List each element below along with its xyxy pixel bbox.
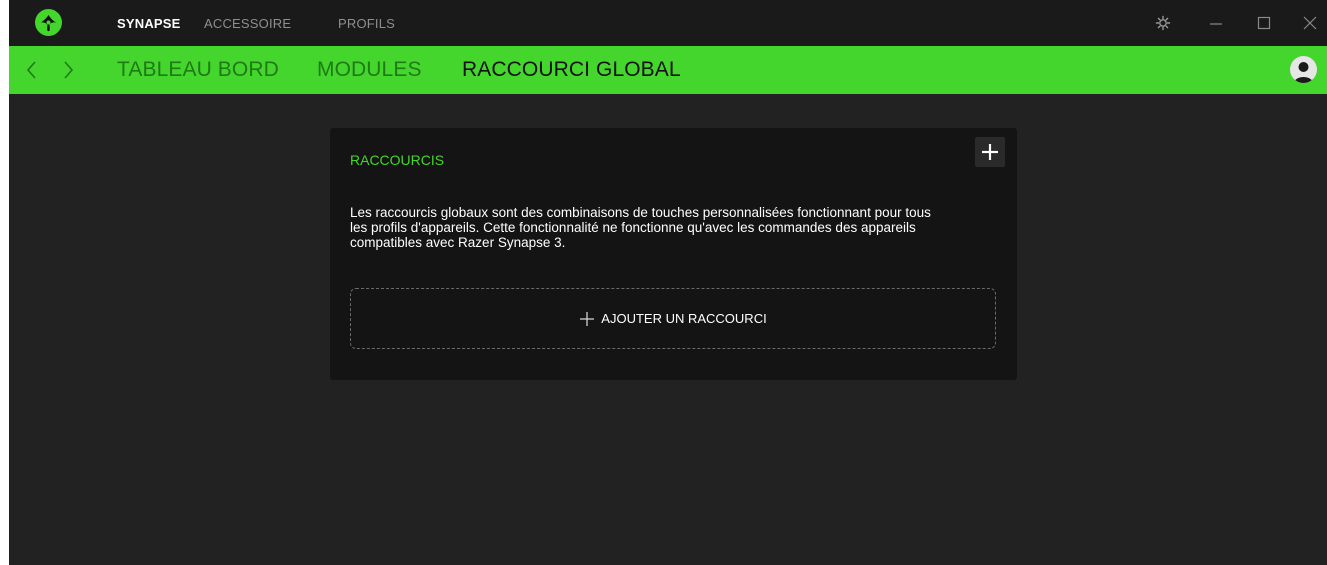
- tab-raccourci-global[interactable]: RACCOURCI GLOBAL: [462, 58, 681, 82]
- add-shortcut-button[interactable]: AJOUTER UN RACCOURCI: [350, 288, 996, 349]
- settings-icon[interactable]: [1154, 14, 1172, 32]
- maximize-icon[interactable]: [1255, 14, 1273, 32]
- plus-icon: [982, 144, 998, 160]
- tab-profils[interactable]: PROFILS: [338, 16, 395, 31]
- user-avatar-icon[interactable]: [1290, 56, 1317, 83]
- description-line: les profils d'appareils. Cette fonctionn…: [350, 220, 916, 235]
- forward-arrow-icon[interactable]: [61, 60, 75, 80]
- app-window: SYNAPSE ACCESSOIRE PROFILS TABLEAU BORD …: [9, 0, 1327, 565]
- razer-logo-icon[interactable]: [35, 9, 62, 36]
- add-shortcut-label: AJOUTER UN RACCOURCI: [601, 311, 767, 326]
- panel-title: RACCOURCIS: [350, 152, 445, 168]
- tab-synapse[interactable]: SYNAPSE: [117, 16, 181, 31]
- tab-modules[interactable]: MODULES: [317, 58, 422, 82]
- tab-tableau-bord[interactable]: TABLEAU BORD: [117, 58, 279, 82]
- close-icon[interactable]: [1301, 14, 1319, 32]
- nav-bar: TABLEAU BORD MODULES RACCOURCI GLOBAL: [9, 46, 1327, 94]
- back-arrow-icon[interactable]: [25, 60, 39, 80]
- tab-accessoire[interactable]: ACCESSOIRE: [204, 16, 291, 31]
- description-line: Les raccourcis globaux sont des combinai…: [350, 205, 931, 220]
- minimize-icon[interactable]: [1207, 14, 1225, 32]
- plus-icon: [580, 311, 595, 326]
- add-button[interactable]: [975, 137, 1005, 167]
- shortcuts-panel: RACCOURCIS Les raccourcis globaux sont d…: [330, 128, 1017, 380]
- title-bar: SYNAPSE ACCESSOIRE PROFILS: [9, 0, 1327, 46]
- description-line: compatibles avec Razer Synapse 3.: [350, 235, 566, 250]
- panel-description: Les raccourcis globaux sont des combinai…: [350, 205, 990, 250]
